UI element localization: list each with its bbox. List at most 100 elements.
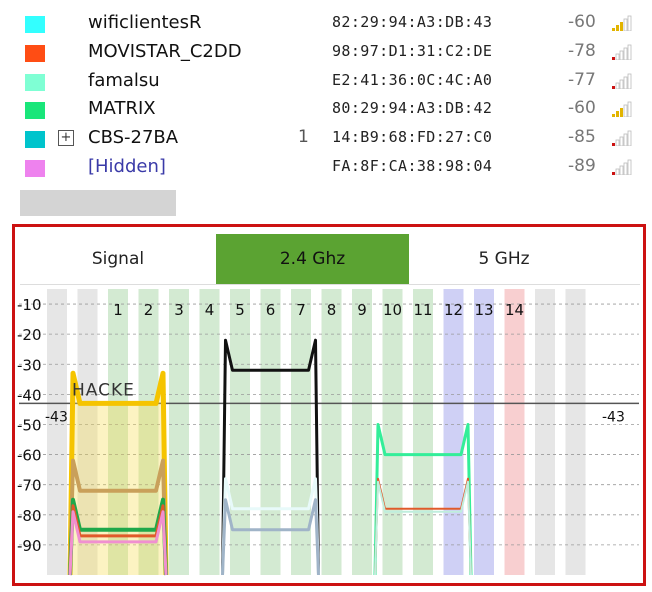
signal-bar [627, 130, 632, 146]
signal-strength-icon [612, 159, 632, 175]
signal-bar [612, 114, 615, 117]
network-ssid: famalsu [88, 70, 160, 91]
network-rssi: -60 [568, 98, 596, 118]
signal-bar [619, 79, 624, 89]
network-row[interactable]: [Hidden] FA:8F:CA:38:98:04 -89 [0, 156, 640, 180]
signal-bar [627, 73, 632, 89]
signal-bar [612, 86, 615, 89]
signal-bar [623, 76, 628, 89]
network-mac: E2:41:36:0C:4C:A0 [332, 71, 493, 89]
network-ssid: CBS-27BA [88, 127, 179, 148]
channel-signal-chart: -10-20-30-40-50-60-70-80-901 2 3 4 5 6 7 8 9 10 11… [17, 289, 639, 576]
channel-stripe [352, 289, 372, 575]
channel-label: 7 [296, 301, 306, 319]
network-row[interactable]: MATRIX 80:29:94:A3:DB:42 -60 [0, 98, 640, 122]
signal-bar [615, 53, 620, 60]
signal-bar [627, 44, 632, 60]
channel-stripe [535, 289, 555, 575]
channel-label: 2 [144, 301, 154, 319]
channel-stripe [474, 289, 494, 575]
signal-bar [627, 15, 632, 31]
channel-stripe [169, 289, 189, 575]
network-color-swatch [25, 16, 45, 33]
network-color-swatch [25, 160, 45, 177]
threshold-label-right: -43 [602, 409, 625, 425]
channel-label: 13 [474, 301, 493, 319]
horizontal-scrollbar-thumb[interactable] [20, 190, 176, 216]
signal-strength-icon [612, 130, 632, 146]
channel-stripe [47, 289, 67, 575]
network-row[interactable]: MOVISTAR_C2DD 98:97:D1:31:C2:DE -78 [0, 41, 640, 65]
channel-label: 3 [174, 301, 184, 319]
network-color-swatch [25, 102, 45, 119]
channel-stripe [230, 289, 250, 575]
network-rssi: -60 [568, 12, 596, 32]
channel-stripe [321, 289, 342, 575]
signal-bar [627, 159, 632, 175]
signal-bar [623, 18, 628, 31]
y-tick-label: -60 [17, 447, 42, 465]
network-color-swatch [25, 74, 45, 91]
network-list: wificlientesR 82:29:94:A3:DB:43 -60 MOVISTA… [0, 0, 652, 222]
signal-bar [612, 143, 615, 146]
y-tick-label: -50 [17, 416, 42, 434]
y-tick-label: -40 [17, 386, 42, 404]
signal-strength-icon [612, 44, 632, 60]
network-curve-label: HACKE [72, 380, 135, 400]
signal-bar [627, 101, 632, 117]
channel-stripe [504, 289, 525, 575]
signal-bar [616, 111, 619, 117]
network-rssi: -78 [568, 41, 596, 61]
network-rssi: -85 [568, 127, 596, 147]
signal-bar [619, 136, 624, 146]
channel-label: 9 [357, 301, 367, 319]
channel-label: 11 [413, 301, 432, 319]
signal-strength-icon [612, 101, 632, 117]
y-tick-label: -90 [17, 537, 42, 555]
signal-bar [615, 82, 620, 89]
channel-stripe [382, 289, 403, 575]
channel-stripe [565, 289, 586, 575]
signal-bar [616, 25, 619, 31]
network-ssid: wificlientesR [88, 12, 202, 33]
network-row[interactable]: + CBS-27BA 1 14:B9:68:FD:27:C0 -85 [0, 127, 640, 151]
threshold-label-left: -43 [45, 409, 68, 425]
network-ssid: MOVISTAR_C2DD [88, 41, 242, 62]
signal-bar [615, 139, 620, 146]
signal-strength-icon [612, 15, 632, 31]
channel-label: 14 [505, 301, 524, 319]
signal-bar [620, 108, 623, 117]
signal-bar [623, 104, 628, 117]
signal-bar [619, 50, 624, 60]
expand-icon[interactable]: + [58, 130, 74, 146]
signal-bar [612, 57, 615, 60]
channel-stripe [443, 289, 464, 575]
channel-stripe [413, 289, 433, 575]
channel-label: 10 [383, 301, 402, 319]
network-row[interactable]: wificlientesR 82:29:94:A3:DB:43 -60 [0, 12, 640, 36]
y-tick-label: -30 [17, 356, 42, 374]
signal-bar [620, 22, 623, 31]
signal-bar [623, 47, 628, 60]
network-count: 1 [298, 127, 309, 147]
channel-label: 1 [113, 301, 123, 319]
network-rssi: -77 [568, 70, 596, 90]
channel-stripe [199, 289, 220, 575]
y-tick-label: -10 [17, 296, 42, 314]
network-mac: 14:B9:68:FD:27:C0 [332, 128, 493, 146]
channel-label: 6 [266, 301, 276, 319]
network-ssid: MATRIX [88, 98, 156, 119]
network-mac: 82:29:94:A3:DB:43 [332, 13, 493, 31]
network-ssid: [Hidden] [88, 156, 166, 177]
channel-graph-panel: Signal 2.4 Ghz 5 GHz -10 -20 -30 -40 -50 -60-… [12, 224, 646, 586]
network-mac: 80:29:94:A3:DB:42 [332, 99, 493, 117]
network-color-swatch [25, 131, 45, 148]
signal-bar [623, 133, 628, 146]
network-rssi: -89 [568, 156, 596, 176]
channel-label: 5 [235, 301, 245, 319]
y-tick-label: -20 [17, 326, 42, 344]
network-row[interactable]: famalsu E2:41:36:0C:4C:A0 -77 [0, 70, 640, 94]
signal-bar [612, 172, 615, 175]
signal-bar [615, 168, 620, 175]
channel-label: 8 [327, 301, 337, 319]
